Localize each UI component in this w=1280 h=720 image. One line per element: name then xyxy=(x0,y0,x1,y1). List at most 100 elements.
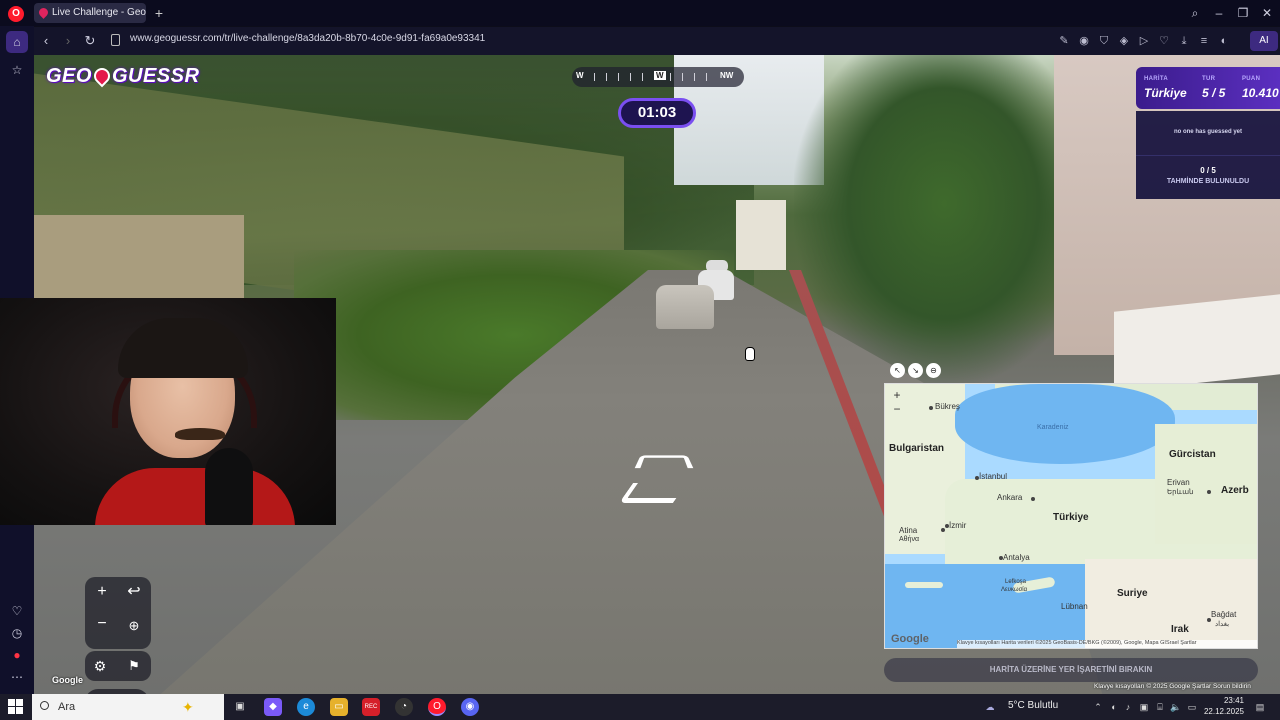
map-value: Türkiye xyxy=(1144,86,1187,100)
battery-icon[interactable]: ▭ xyxy=(1186,701,1198,713)
map-label-lubnan: Lübnan xyxy=(1061,602,1088,611)
task-view-icon[interactable]: ▣ xyxy=(231,698,249,716)
google-watermark: Google xyxy=(52,675,83,685)
tray-app-icon[interactable]: ◐ xyxy=(1108,701,1120,713)
score-label: PUAN xyxy=(1242,76,1261,82)
windows-start-icon[interactable] xyxy=(8,699,24,715)
ai-button[interactable]: AI xyxy=(1250,31,1278,51)
heart-icon[interactable]: ♡ xyxy=(6,600,28,622)
map-label-antalya: Antalya xyxy=(1003,553,1030,562)
copilot-icon[interactable]: ◆ xyxy=(264,698,282,716)
guess-button[interactable]: HARİTA ÜZERİNE YER İŞARETİNİ BIRAKIN xyxy=(884,658,1258,682)
map-label-izmir: İzmir xyxy=(949,521,967,530)
weather-icon[interactable]: ☁ xyxy=(984,701,996,713)
more-icon[interactable]: ⋯ xyxy=(6,666,28,688)
game-status-panel: HARİTA Türkiye TUR 5 / 5 PUAN 10.410 no … xyxy=(1136,67,1280,199)
system-clock[interactable]: 23:41 22.12.2025 xyxy=(1200,695,1244,717)
settings-gear-icon[interactable]: ⚙ xyxy=(87,653,113,679)
file-explorer-icon[interactable]: ▭ xyxy=(330,698,348,716)
score-value: 10.410 xyxy=(1242,86,1279,100)
compass: W W NW xyxy=(572,67,744,87)
record-app-icon[interactable]: REC xyxy=(362,698,380,716)
history-icon[interactable]: ◷ xyxy=(6,622,28,644)
edge-icon[interactable]: e xyxy=(297,698,315,716)
profile-icon[interactable]: ◐ xyxy=(1216,33,1232,49)
menu-icon[interactable]: ≡ xyxy=(1196,33,1212,49)
tray-expand-icon[interactable]: ⌃ xyxy=(1092,701,1104,713)
crete-island xyxy=(905,582,943,588)
parked-car xyxy=(656,285,714,329)
webcam-hair xyxy=(118,318,248,378)
heart-outline-icon[interactable]: ♡ xyxy=(1156,33,1172,49)
browser-tab[interactable]: Live Challenge - GeoGues xyxy=(34,3,146,23)
volume-icon[interactable]: 🔈 xyxy=(1170,701,1182,713)
map-attribution[interactable]: Klavye kısayolları Harita verileri ©2025… xyxy=(957,640,1257,648)
home-icon[interactable]: ⌂ xyxy=(6,31,28,53)
guess-count: 0 / 5 xyxy=(1200,166,1216,175)
shrink-map-icon[interactable]: ↘ xyxy=(908,363,923,378)
move-forward-arrow-icon[interactable] xyxy=(634,455,694,469)
guess-count-label: TAHMİNDE BULUNULDU xyxy=(1166,178,1250,185)
map-label: HARİTA xyxy=(1144,76,1169,82)
settings-control-group: ⚙ ⚑ xyxy=(85,651,151,681)
url-field[interactable]: www.geoguessr.com/tr/live-challenge/8a3d… xyxy=(130,33,485,44)
download-icon[interactable]: ⤓ xyxy=(1176,33,1192,49)
mic-tray-icon[interactable]: ♪ xyxy=(1122,701,1134,713)
search-tabs-icon[interactable]: ⌕ xyxy=(1184,4,1206,22)
record-icon[interactable]: ● xyxy=(6,644,28,666)
opera-taskbar-icon[interactable]: O xyxy=(428,698,446,716)
no-guess-text: no one has guessed yet xyxy=(1173,129,1243,135)
zoom-out-button[interactable]: − xyxy=(89,611,115,637)
star-icon[interactable]: ☆ xyxy=(6,59,28,81)
clock-time: 23:41 xyxy=(1223,696,1244,705)
hand-cursor-icon xyxy=(745,347,755,361)
return-to-start-icon[interactable]: ⊕ xyxy=(121,613,147,639)
map-label-istanbul: İstanbul xyxy=(979,472,1008,481)
map-label-atina-native: Αθήνα xyxy=(899,536,920,543)
flag-icon[interactable]: ⚑ xyxy=(121,653,147,679)
search-icon xyxy=(40,701,49,710)
obs-icon[interactable]: ◔ xyxy=(395,698,413,716)
undo-move-icon[interactable]: ↩ xyxy=(121,579,147,605)
building-center xyxy=(736,200,786,270)
opera-logo-icon[interactable]: O xyxy=(8,6,24,22)
weather-text[interactable]: 5°C Bulutlu xyxy=(1008,700,1058,711)
map-zoom-out-button[interactable]: − xyxy=(889,402,905,416)
guess-map[interactable]: Bükreş Karadeniz Bulgaristan Gürcistan İ… xyxy=(884,383,1258,649)
play-icon[interactable]: ▷ xyxy=(1136,33,1152,49)
map-zoom-controls: + − xyxy=(889,388,905,418)
edit-icon[interactable]: ✎ xyxy=(1056,33,1072,49)
map-size-controls: ↖ ↘ ⊖ xyxy=(886,363,946,381)
shield-icon[interactable]: ⛉ xyxy=(1096,33,1112,49)
maximize-button[interactable]: ❐ xyxy=(1232,4,1254,22)
close-window-button[interactable]: ✕ xyxy=(1256,4,1278,22)
discord-icon[interactable]: ◉ xyxy=(461,698,479,716)
map-label-bukres: Bükreş xyxy=(935,402,960,411)
expand-map-icon[interactable]: ↖ xyxy=(890,363,905,378)
round-timer: 01:03 xyxy=(618,98,696,128)
camera-icon[interactable]: ◉ xyxy=(1076,33,1092,49)
back-button[interactable]: ‹ xyxy=(36,31,56,51)
compass-center-label: W xyxy=(654,71,666,80)
guess-status: no one has guessed yet xyxy=(1136,111,1280,155)
minimize-button[interactable]: – xyxy=(1208,4,1230,22)
microphone-icon xyxy=(205,448,253,525)
display-tray-icon[interactable]: ▣ xyxy=(1138,701,1150,713)
map-zoom-in-button[interactable]: + xyxy=(889,388,905,402)
pin-map-icon[interactable]: ⊖ xyxy=(926,363,941,378)
taskbar-search[interactable]: Ara ✦ xyxy=(32,694,224,720)
forward-button[interactable]: › xyxy=(58,31,78,51)
map-label-gurcistan: Gürcistan xyxy=(1169,449,1216,460)
reload-button[interactable]: ↻ xyxy=(80,31,100,51)
map-label-lefkosa: Lefkoşa xyxy=(1005,579,1027,585)
windows-taskbar: Ara ✦ ▣ ◆ e ▭ REC ◔ O ◉ ☁ 5°C Bulutlu ⌃ … xyxy=(0,694,1280,720)
extension-icon[interactable]: ◈ xyxy=(1116,33,1132,49)
zoom-in-button[interactable]: + xyxy=(89,579,115,605)
new-tab-button[interactable]: + xyxy=(150,4,168,22)
notifications-icon[interactable]: ▤ xyxy=(1254,701,1266,713)
map-label-irak: Irak xyxy=(1171,624,1189,635)
webcam-overlay xyxy=(0,298,336,525)
street-view-attribution[interactable]: Klavye kısayolları © 2025 Google Şartlar… xyxy=(1094,683,1251,690)
map-label-bagdat: Bağdat xyxy=(1211,610,1237,619)
network-icon[interactable]: ⌸ xyxy=(1154,701,1166,713)
